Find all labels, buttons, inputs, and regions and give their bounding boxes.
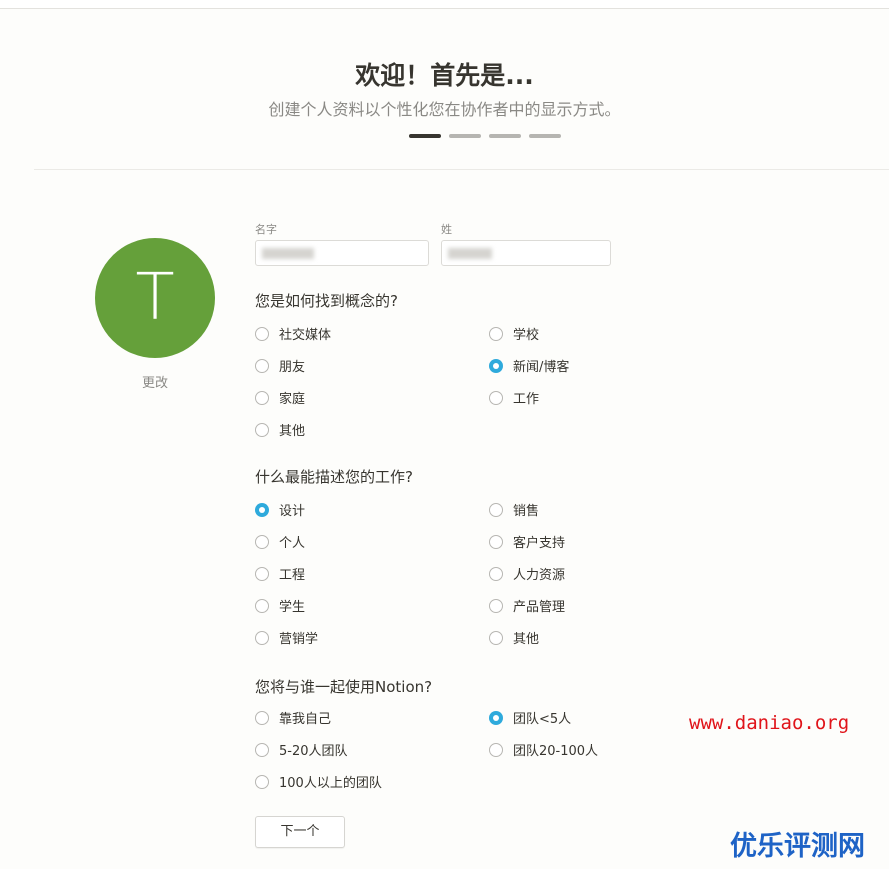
radio-option-label: 朋友 <box>279 360 306 375</box>
radio-circle <box>255 326 269 341</box>
page-subtitle: 创建个人资料以个性化您在协作者中的显示方式。 <box>268 100 621 119</box>
radio-option-engineering[interactable]: 工程 <box>255 564 305 583</box>
radio-circle <box>255 710 269 725</box>
radio-option-design[interactable]: 设计 <box>255 500 305 519</box>
radio-option-label: 销售 <box>513 504 540 519</box>
radio-option-family[interactable]: 家庭 <box>255 388 305 407</box>
step-dot <box>449 134 481 138</box>
radio-option-label: 其他 <box>279 424 306 439</box>
radio-option-label: 100人以上的团队 <box>279 776 382 791</box>
radio-option-label: 家庭 <box>279 392 306 407</box>
radio-circle <box>255 566 269 581</box>
radio-option-label: 营销学 <box>279 632 319 647</box>
radio-option-label: 团队<5人 <box>513 712 572 727</box>
radio-option-label: 客户支持 <box>513 536 566 551</box>
radio-circle-selected <box>255 502 269 517</box>
radio-circle <box>489 390 503 405</box>
redacted-value <box>262 248 314 259</box>
radio-circle <box>489 566 503 581</box>
radio-option-school[interactable]: 学校 <box>489 324 539 343</box>
radio-option-customer-support[interactable]: 客户支持 <box>489 532 565 551</box>
radio-option-label: 学生 <box>279 600 306 615</box>
radio-option-label: 社交媒体 <box>279 328 332 343</box>
radio-option-just-me[interactable]: 靠我自己 <box>255 708 331 727</box>
radio-circle <box>255 742 269 757</box>
radio-option-news-blog[interactable]: 新闻/博客 <box>489 356 569 375</box>
radio-circle-selected <box>489 710 503 725</box>
page-title: 欢迎！首先是... <box>355 61 534 90</box>
question-job-role: 什么最能描述您的工作? <box>255 468 413 486</box>
radio-circle <box>255 630 269 645</box>
watermark-url: www.daniao.org <box>689 712 850 734</box>
radio-option-team-100-plus[interactable]: 100人以上的团队 <box>255 772 382 791</box>
radio-option-sales[interactable]: 销售 <box>489 500 539 519</box>
radio-circle <box>255 422 269 437</box>
header-divider <box>34 169 889 170</box>
step-dot <box>489 134 521 138</box>
radio-circle <box>255 774 269 789</box>
radio-option-student[interactable]: 学生 <box>255 596 305 615</box>
radio-circle <box>255 534 269 549</box>
redacted-value <box>448 248 492 259</box>
radio-option-label: 产品管理 <box>513 600 566 615</box>
radio-option-team-5-20[interactable]: 5-20人团队 <box>255 740 348 759</box>
radio-circle <box>489 742 503 757</box>
radio-circle <box>489 326 503 341</box>
avatar[interactable]: T <box>95 238 215 358</box>
radio-option-label: 团队20-100人 <box>513 744 599 759</box>
radio-option-work[interactable]: 工作 <box>489 388 539 407</box>
radio-option-team-20-100[interactable]: 团队20-100人 <box>489 740 598 759</box>
radio-option-label: 工程 <box>279 568 306 583</box>
radio-circle <box>255 390 269 405</box>
radio-circle <box>489 502 503 517</box>
step-dot-active <box>409 134 441 138</box>
radio-option-personal[interactable]: 个人 <box>255 532 305 551</box>
watermark-brand: 优乐评测网 <box>730 831 865 862</box>
radio-option-other[interactable]: 其他 <box>255 420 305 439</box>
radio-option-label: 设计 <box>279 504 306 519</box>
radio-option-label: 5-20人团队 <box>279 744 348 759</box>
radio-option-team-under-5[interactable]: 团队<5人 <box>489 708 571 727</box>
question-how-found: 您是如何找到概念的? <box>255 292 398 310</box>
radio-option-product-management[interactable]: 产品管理 <box>489 596 565 615</box>
last-name-field[interactable] <box>441 240 611 266</box>
radio-circle <box>489 630 503 645</box>
radio-option-friend[interactable]: 朋友 <box>255 356 305 375</box>
radio-option-label: 个人 <box>279 536 306 551</box>
radio-option-label: 学校 <box>513 328 540 343</box>
radio-option-marketing[interactable]: 营销学 <box>255 628 318 647</box>
radio-circle <box>255 358 269 373</box>
radio-circle <box>255 598 269 613</box>
change-avatar-link[interactable]: 更改 <box>95 372 215 391</box>
radio-option-label: 其他 <box>513 632 540 647</box>
radio-circle <box>489 598 503 613</box>
radio-option-label: 靠我自己 <box>279 712 332 727</box>
radio-option-hr[interactable]: 人力资源 <box>489 564 565 583</box>
radio-option-label: 人力资源 <box>513 568 566 583</box>
radio-option-social-media[interactable]: 社交媒体 <box>255 324 331 343</box>
radio-circle-selected <box>489 358 503 373</box>
browser-top-edge <box>0 0 889 9</box>
radio-option-label: 新闻/博客 <box>513 360 570 375</box>
next-button[interactable]: 下一个 <box>255 816 345 848</box>
step-dot <box>529 134 561 138</box>
first-name-label: 名字 <box>255 223 277 236</box>
first-name-field[interactable] <box>255 240 429 266</box>
question-team-size: 您将与谁一起使用Notion? <box>255 678 433 696</box>
step-indicator <box>409 134 561 138</box>
radio-option-other-role[interactable]: 其他 <box>489 628 539 647</box>
last-name-label: 姓 <box>441 223 452 236</box>
radio-option-label: 工作 <box>513 392 540 407</box>
radio-circle <box>489 534 503 549</box>
